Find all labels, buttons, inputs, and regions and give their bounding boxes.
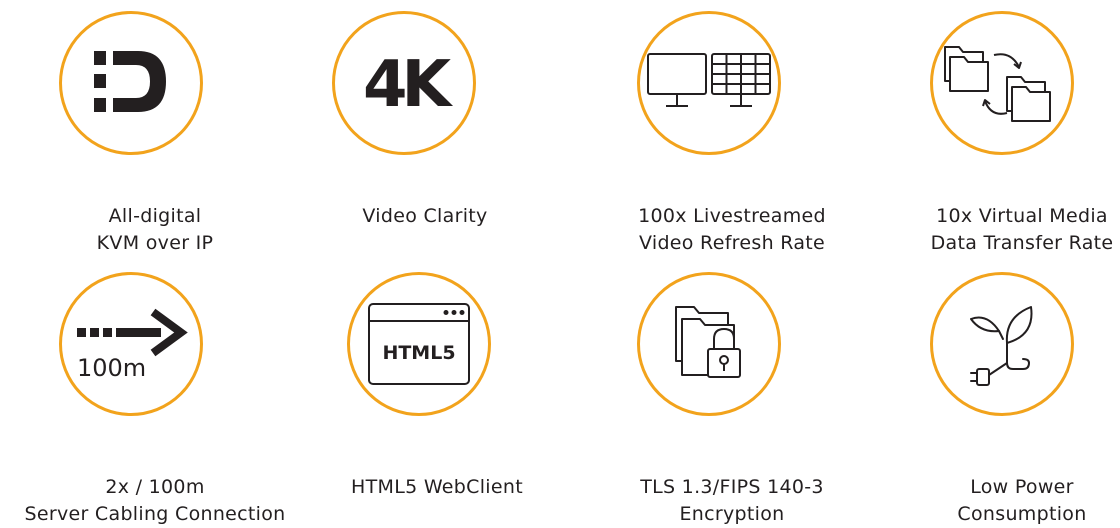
folder-transfer-icon [944, 46, 1051, 122]
digital-d-icon-circle [59, 11, 203, 155]
dual-monitor-icon-circle [637, 11, 781, 155]
caption-server-cabling: 2x / 100m Server Cabling Connection [24, 476, 286, 525]
plant-plug-icon [970, 306, 1033, 386]
4k-icon: 4K [363, 48, 454, 118]
cable-distance-arrow-icon-circle: 100m [59, 272, 203, 416]
4k-icon-circle: 4K [332, 11, 476, 155]
digital-d-icon [94, 51, 166, 112]
svg-text:4K: 4K [363, 48, 454, 118]
caption-livestream-refresh: 100x Livestreamed Video Refresh Rate [638, 205, 826, 254]
caption-all-digital-kvm: All-digital KVM over IP [96, 205, 214, 254]
caption-virtual-media: 10x Virtual Media Data Transfer Rate [930, 205, 1114, 254]
caption-tls-encryption: TLS 1.3/FIPS 140-3 Encryption [640, 476, 824, 525]
dual-monitor-icon [647, 53, 771, 107]
caption-html5-webclient: HTML5 WebClient [351, 476, 523, 498]
encrypted-folder-lock-icon [675, 306, 741, 378]
cable-distance-arrow-icon: 100m [77, 308, 188, 382]
folder-transfer-icon-circle [930, 11, 1074, 155]
caption-video-clarity: Video Clarity [362, 205, 488, 227]
html5-browser-window-icon-circle: HTML5 [347, 272, 491, 416]
plant-plug-icon-circle [930, 272, 1074, 416]
svg-text:HTML5: HTML5 [382, 342, 455, 364]
svg-text:100m: 100m [77, 354, 146, 382]
caption-low-power: Low Power Consumption [957, 476, 1087, 525]
encrypted-folder-lock-icon-circle [637, 272, 781, 416]
html5-browser-window-icon: HTML5 [368, 303, 470, 385]
feature-grid: All-digital KVM over IP 4K Video Clarity [0, 0, 1120, 528]
